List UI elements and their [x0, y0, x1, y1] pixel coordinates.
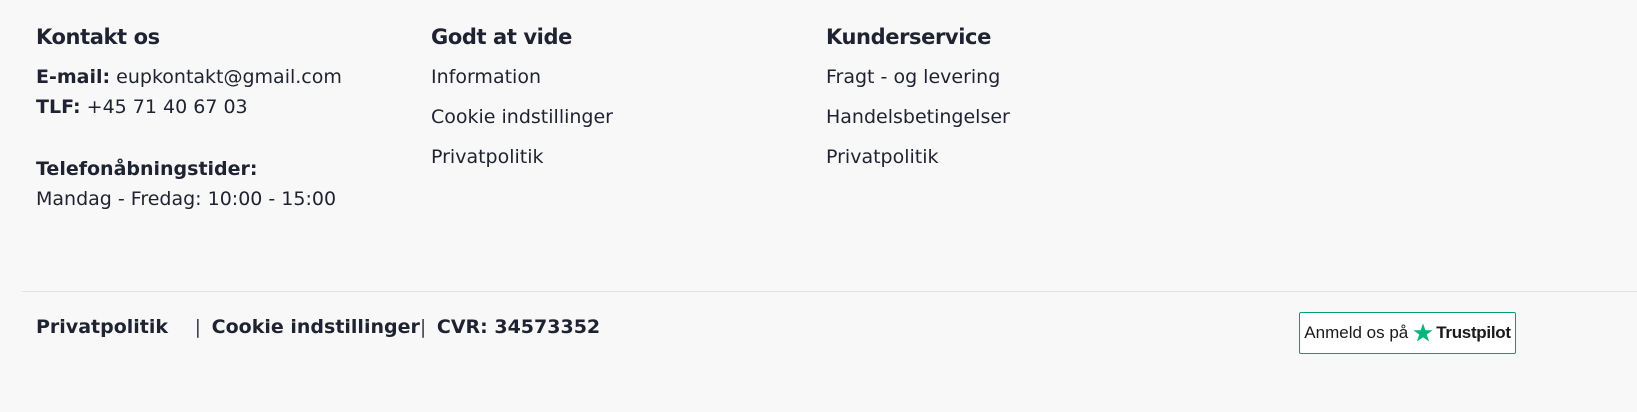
contact-details: E-mail: eupkontakt@gmail.com TLF: +45 71…: [36, 62, 342, 122]
bottom-separator-2: |: [419, 316, 427, 338]
trustpilot-brand: Trustpilot: [1436, 323, 1511, 342]
hours-value: Mandag - Fredag: 10:00 - 15:00: [36, 188, 337, 210]
opening-hours: Telefonåbningstider: Mandag - Fredag: 10…: [36, 154, 342, 214]
link-terms-conditions[interactable]: Handelsbetingelser: [826, 102, 1010, 132]
bottom-cookie-link[interactable]: Cookie indstillinger: [212, 316, 420, 338]
link-privacy-policy[interactable]: Privatpolitik: [431, 142, 613, 172]
link-cookie-settings[interactable]: Cookie indstillinger: [431, 102, 613, 132]
cvr-number: CVR: 34573352: [436, 316, 601, 338]
contact-column: Kontakt os E-mail: eupkontakt@gmail.com …: [36, 22, 342, 214]
customer-service-links: Fragt - og levering Handelsbetingelser P…: [826, 62, 1010, 172]
link-privacy-policy-2[interactable]: Privatpolitik: [826, 142, 1010, 172]
email-value[interactable]: eupkontakt@gmail.com: [116, 66, 342, 88]
good-to-know-title: Godt at vide: [431, 25, 572, 49]
phone-line: TLF: +45 71 40 67 03: [36, 92, 342, 122]
footer-divider: [22, 291, 1637, 292]
customer-service-title: Kunderservice: [826, 25, 991, 49]
phone-label: TLF:: [36, 96, 81, 118]
trustpilot-text: Anmeld os på: [1304, 323, 1409, 342]
trustpilot-review-button[interactable]: Anmeld os på Trustpilot: [1299, 312, 1516, 354]
link-shipping-delivery[interactable]: Fragt - og levering: [826, 62, 1010, 92]
bottom-privacy-link[interactable]: Privatpolitik: [36, 316, 168, 338]
star-icon: [1413, 323, 1433, 342]
good-to-know-links: Information Cookie indstillinger Privatp…: [431, 62, 613, 172]
customer-service-column: Kunderservice Fragt - og levering Handel…: [826, 22, 1010, 182]
good-to-know-column: Godt at vide Information Cookie indstill…: [431, 22, 613, 182]
link-information[interactable]: Information: [431, 62, 613, 92]
hours-label: Telefonåbningstider:: [36, 158, 258, 180]
email-label: E-mail:: [36, 66, 111, 88]
bottom-separator: |: [194, 316, 202, 338]
contact-title: Kontakt os: [36, 25, 160, 49]
phone-value[interactable]: +45 71 40 67 03: [87, 96, 248, 118]
footer-bottom-bar: Privatpolitik | Cookie indstillinger| CV…: [36, 312, 600, 342]
email-line: E-mail: eupkontakt@gmail.com: [36, 62, 342, 92]
